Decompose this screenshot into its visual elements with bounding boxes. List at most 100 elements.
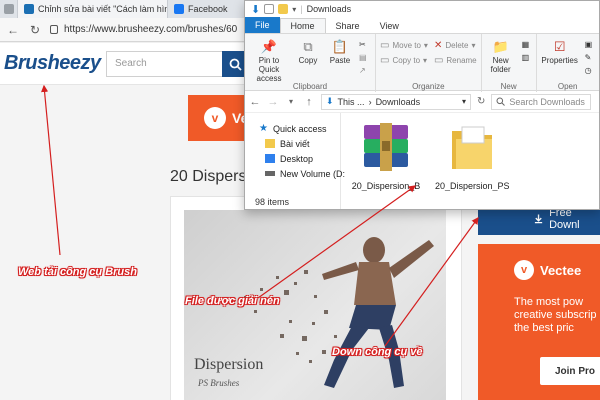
tab-label: Chỉnh sửa bài viết "Cách làm hìn bbox=[38, 4, 168, 14]
explorer-search-input[interactable]: Search Downloads bbox=[491, 93, 592, 110]
forward-arrow-icon[interactable]: → bbox=[267, 96, 279, 108]
file-name: 20_Dispersion_PS bbox=[435, 181, 509, 191]
promo-text: The most pow creative subscrip the best … bbox=[514, 296, 600, 335]
explorer-title-bar: ⬇ ▾ | Downloads bbox=[245, 1, 599, 17]
tab-label: Facebook bbox=[188, 4, 228, 14]
copy-to-button[interactable]: ▭ Copy to ▾ bbox=[380, 55, 428, 66]
path-dropdown-icon[interactable]: ▾ bbox=[462, 97, 466, 106]
nav-label: Bài viết bbox=[280, 138, 310, 149]
easy-access-icon[interactable]: ▥ bbox=[522, 53, 532, 62]
join-pro-button[interactable]: Join Pro bbox=[540, 357, 600, 385]
rename-button[interactable]: ▭ Rename bbox=[434, 55, 477, 66]
url-field[interactable]: https://www.brusheezy.com/brushes/60 bbox=[50, 24, 237, 35]
promo-line: The most pow bbox=[514, 296, 584, 308]
history-icon[interactable]: ◷ bbox=[585, 66, 595, 75]
nav-label: New Volume (D: bbox=[280, 168, 346, 179]
page-icon bbox=[4, 4, 14, 14]
edit-icon[interactable]: ✎ bbox=[585, 53, 595, 62]
site-search-input[interactable]: Search bbox=[106, 51, 226, 77]
tab-home[interactable]: Home bbox=[279, 18, 326, 33]
nav-quick-access[interactable]: ★ Quick access bbox=[259, 121, 340, 136]
clipboard-group-label: Clipboard bbox=[292, 82, 328, 91]
file-item-rar[interactable]: 20_Dispersion_B bbox=[349, 121, 423, 191]
refresh-icon[interactable]: ↻ bbox=[477, 96, 485, 107]
rename-label: Rename bbox=[446, 56, 477, 65]
path-field[interactable]: ⬇ This ... › Downloads ▾ bbox=[321, 93, 471, 110]
window-title: Downloads bbox=[306, 4, 352, 14]
arrow-down-icon[interactable]: ⬇ bbox=[251, 3, 260, 16]
vecteezy-logo-icon: v bbox=[204, 107, 226, 129]
tab-share[interactable]: Share bbox=[326, 19, 370, 33]
file-list: 20_Dispersion_B 20_Dispersion_PS bbox=[341, 113, 599, 209]
drive-icon bbox=[265, 171, 275, 176]
folder-small-icon[interactable] bbox=[278, 4, 289, 14]
site-favicon-icon bbox=[24, 4, 34, 14]
facebook-icon bbox=[174, 4, 184, 14]
ribbon: 📌 Pin to Quick access ⧉ Copy 📋 Paste ✂ ▤… bbox=[245, 33, 599, 92]
file-explorer-window: ⬇ ▾ | Downloads File Home Share View 📌 P… bbox=[244, 0, 600, 210]
tab-view[interactable]: View bbox=[370, 19, 409, 33]
tab-file[interactable]: File bbox=[245, 17, 280, 33]
new-group-label: New bbox=[500, 82, 517, 91]
recent-locations-icon[interactable]: ▾ bbox=[285, 97, 297, 106]
title-divider: | bbox=[300, 4, 303, 14]
explorer-body: ★ Quick access Bài viết Desktop New Volu… bbox=[245, 113, 599, 209]
paste-shortcut-icon[interactable]: ↗ bbox=[359, 66, 371, 75]
tab-edit-post[interactable]: Chỉnh sửa bài viết "Cách làm hìn ✕ bbox=[18, 0, 168, 18]
copy-to-icon: ▭ bbox=[380, 55, 390, 66]
refresh-icon[interactable]: ↻ bbox=[28, 23, 42, 37]
desktop-icon bbox=[265, 154, 275, 163]
organize-group: ▭ Move to ▾ ▭ Copy to ▾ ✕ Delete ▾ ▭ Rename … bbox=[376, 34, 482, 92]
nav-label: Quick access bbox=[272, 123, 327, 134]
pin-label: Pin to Quick access bbox=[256, 56, 282, 83]
delete-button[interactable]: ✕ Delete ▾ bbox=[434, 40, 477, 51]
quick-access-dropdown-icon[interactable]: ▾ bbox=[292, 5, 296, 14]
delete-label: Delete bbox=[445, 41, 469, 50]
tab-pinned[interactable] bbox=[0, 0, 18, 18]
path-segment[interactable]: Downloads bbox=[376, 97, 421, 107]
url-text: https://www.brusheezy.com/brushes/60 bbox=[64, 24, 238, 35]
back-arrow-icon[interactable]: ← bbox=[249, 96, 261, 108]
open-group-label: Open bbox=[557, 82, 578, 91]
nav-new-volume[interactable]: New Volume (D: bbox=[259, 166, 345, 181]
open-icon[interactable]: ▣ bbox=[585, 40, 595, 49]
search-icon bbox=[496, 97, 506, 106]
properties-small-icon[interactable] bbox=[264, 4, 275, 14]
star-icon: ★ bbox=[259, 123, 268, 134]
brusheezy-logo[interactable]: Brusheezy bbox=[4, 52, 101, 75]
paste-icon: 📋 bbox=[331, 38, 349, 54]
move-icon: ▭ bbox=[380, 40, 390, 51]
vecteezy-promo: v Vectee The most pow creative subscrip … bbox=[478, 244, 600, 400]
path-segment[interactable]: This ... bbox=[338, 97, 365, 107]
clipboard-group: 📌 Pin to Quick access ⧉ Copy 📋 Paste ✂ ▤… bbox=[245, 34, 376, 92]
nav-desktop[interactable]: Desktop bbox=[259, 151, 340, 166]
download-icon bbox=[534, 214, 543, 224]
ribbon-tabs: File Home Share View bbox=[245, 17, 599, 33]
annotation-down-label: Down công cụ về bbox=[332, 346, 423, 358]
annotation-file-label: File được giải nén bbox=[185, 295, 280, 307]
lock-icon bbox=[50, 25, 58, 34]
preview-title: Dispersion bbox=[194, 356, 264, 373]
open-group: ☑ Properties ▣ ✎ ◷ Open bbox=[537, 34, 599, 92]
folder-icon bbox=[265, 139, 275, 148]
paste-label: Paste bbox=[329, 56, 351, 65]
folder-icon bbox=[452, 126, 492, 169]
file-item-folder[interactable]: 20_Dispersion_PS bbox=[435, 121, 509, 191]
copy-path-icon[interactable]: ▤ bbox=[359, 53, 371, 62]
tab-facebook[interactable]: Facebook bbox=[168, 0, 248, 18]
nav-label: Desktop bbox=[280, 153, 314, 164]
copy-to-label: Copy to bbox=[392, 56, 421, 65]
back-icon[interactable]: ← bbox=[6, 23, 20, 37]
move-to-button[interactable]: ▭ Move to ▾ bbox=[380, 40, 428, 51]
navigation-pane: ★ Quick access Bài viết Desktop New Volu… bbox=[245, 113, 345, 209]
new-item-icon[interactable]: ▦ bbox=[522, 40, 532, 49]
file-name: 20_Dispersion_B bbox=[351, 181, 421, 191]
page-title: 20 Dispers bbox=[170, 168, 247, 185]
rename-icon: ▭ bbox=[433, 55, 444, 66]
move-to-label: Move to bbox=[392, 41, 421, 50]
nav-bai-viet[interactable]: Bài viết bbox=[259, 136, 340, 151]
cut-icon[interactable]: ✂ bbox=[359, 40, 371, 49]
up-arrow-icon[interactable]: ↑ bbox=[303, 96, 315, 108]
new-folder-label: New folder bbox=[490, 56, 511, 74]
pin-icon: 📌 bbox=[260, 38, 278, 54]
